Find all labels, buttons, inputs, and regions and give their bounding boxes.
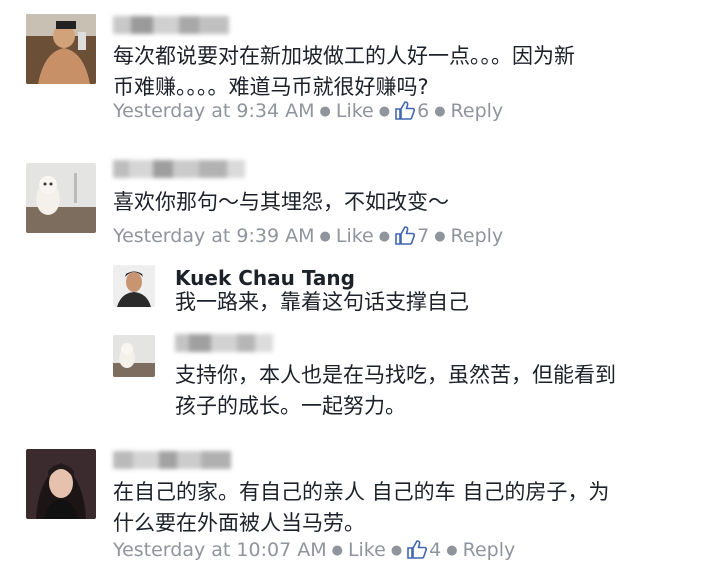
comment-meta: Yesterday at 9:39 AM ● Like ● 7 ● Reply xyxy=(113,224,503,251)
avatar-photo xyxy=(26,163,96,233)
avatar[interactable] xyxy=(26,449,96,519)
reply-author-blurred[interactable] xyxy=(175,334,273,352)
comment-meta: Yesterday at 9:34 AM ● Like ● 6 ● Reply xyxy=(113,99,503,126)
reply-text: 我一路来，靠着这句话支撑自己 xyxy=(175,290,469,314)
separator-dot: ● xyxy=(446,543,458,558)
avatar-photo xyxy=(26,449,96,519)
separator-dot: ● xyxy=(331,543,343,558)
avatar[interactable] xyxy=(113,335,155,377)
like-count: 7 xyxy=(417,225,430,247)
avatar[interactable] xyxy=(26,163,96,233)
avatar[interactable] xyxy=(26,14,96,84)
avatar-photo xyxy=(26,14,96,84)
like-link[interactable]: Like xyxy=(348,539,386,561)
avatar-photo xyxy=(113,335,155,377)
separator-dot: ● xyxy=(378,229,391,244)
avatar-photo xyxy=(113,265,155,307)
thumbs-up-icon[interactable] xyxy=(395,101,416,120)
separator-dot: ● xyxy=(378,104,391,119)
timestamp[interactable]: Yesterday at 9:34 AM xyxy=(113,100,315,122)
separator-dot: ● xyxy=(434,229,446,244)
like-count: 4 xyxy=(429,539,442,561)
thumbs-up-icon[interactable] xyxy=(407,540,428,559)
reply-text: 支持你，本人也是在马找吃，虽然苦，但能看到 孩子的成长。一起努力。 xyxy=(175,363,616,418)
author-name-blurred[interactable] xyxy=(113,160,245,178)
avatar[interactable] xyxy=(113,265,155,307)
timestamp[interactable]: Yesterday at 9:39 AM xyxy=(113,225,315,247)
comment-meta: Yesterday at 10:07 AM ● Like ● 4 ● Reply xyxy=(113,538,515,565)
thumbs-up-icon[interactable] xyxy=(395,226,416,245)
reply-link[interactable]: Reply xyxy=(451,100,504,122)
reply-link[interactable]: Reply xyxy=(463,539,516,561)
separator-dot: ● xyxy=(319,104,331,119)
comment-text: 喜欢你那句～与其埋怨，不如改变～ xyxy=(113,190,449,214)
timestamp[interactable]: Yesterday at 10:07 AM xyxy=(113,539,327,561)
author-name-blurred[interactable] xyxy=(113,16,229,34)
separator-dot: ● xyxy=(390,543,403,558)
like-link[interactable]: Like xyxy=(336,225,374,247)
reply-link[interactable]: Reply xyxy=(451,225,504,247)
like-count: 6 xyxy=(417,100,430,122)
comment-text: 每次都说要对在新加坡做工的人好一点。。。因为新 币难赚。。。。难道马币就很好赚吗… xyxy=(113,44,575,99)
separator-dot: ● xyxy=(319,229,331,244)
like-link[interactable]: Like xyxy=(336,100,374,122)
author-name-blurred[interactable] xyxy=(113,451,231,469)
separator-dot: ● xyxy=(434,104,446,119)
comment-text: 在自己的家。有自己的亲人 自己的车 自己的房子，为 什么要在外面被人当马劳。 xyxy=(113,480,610,535)
